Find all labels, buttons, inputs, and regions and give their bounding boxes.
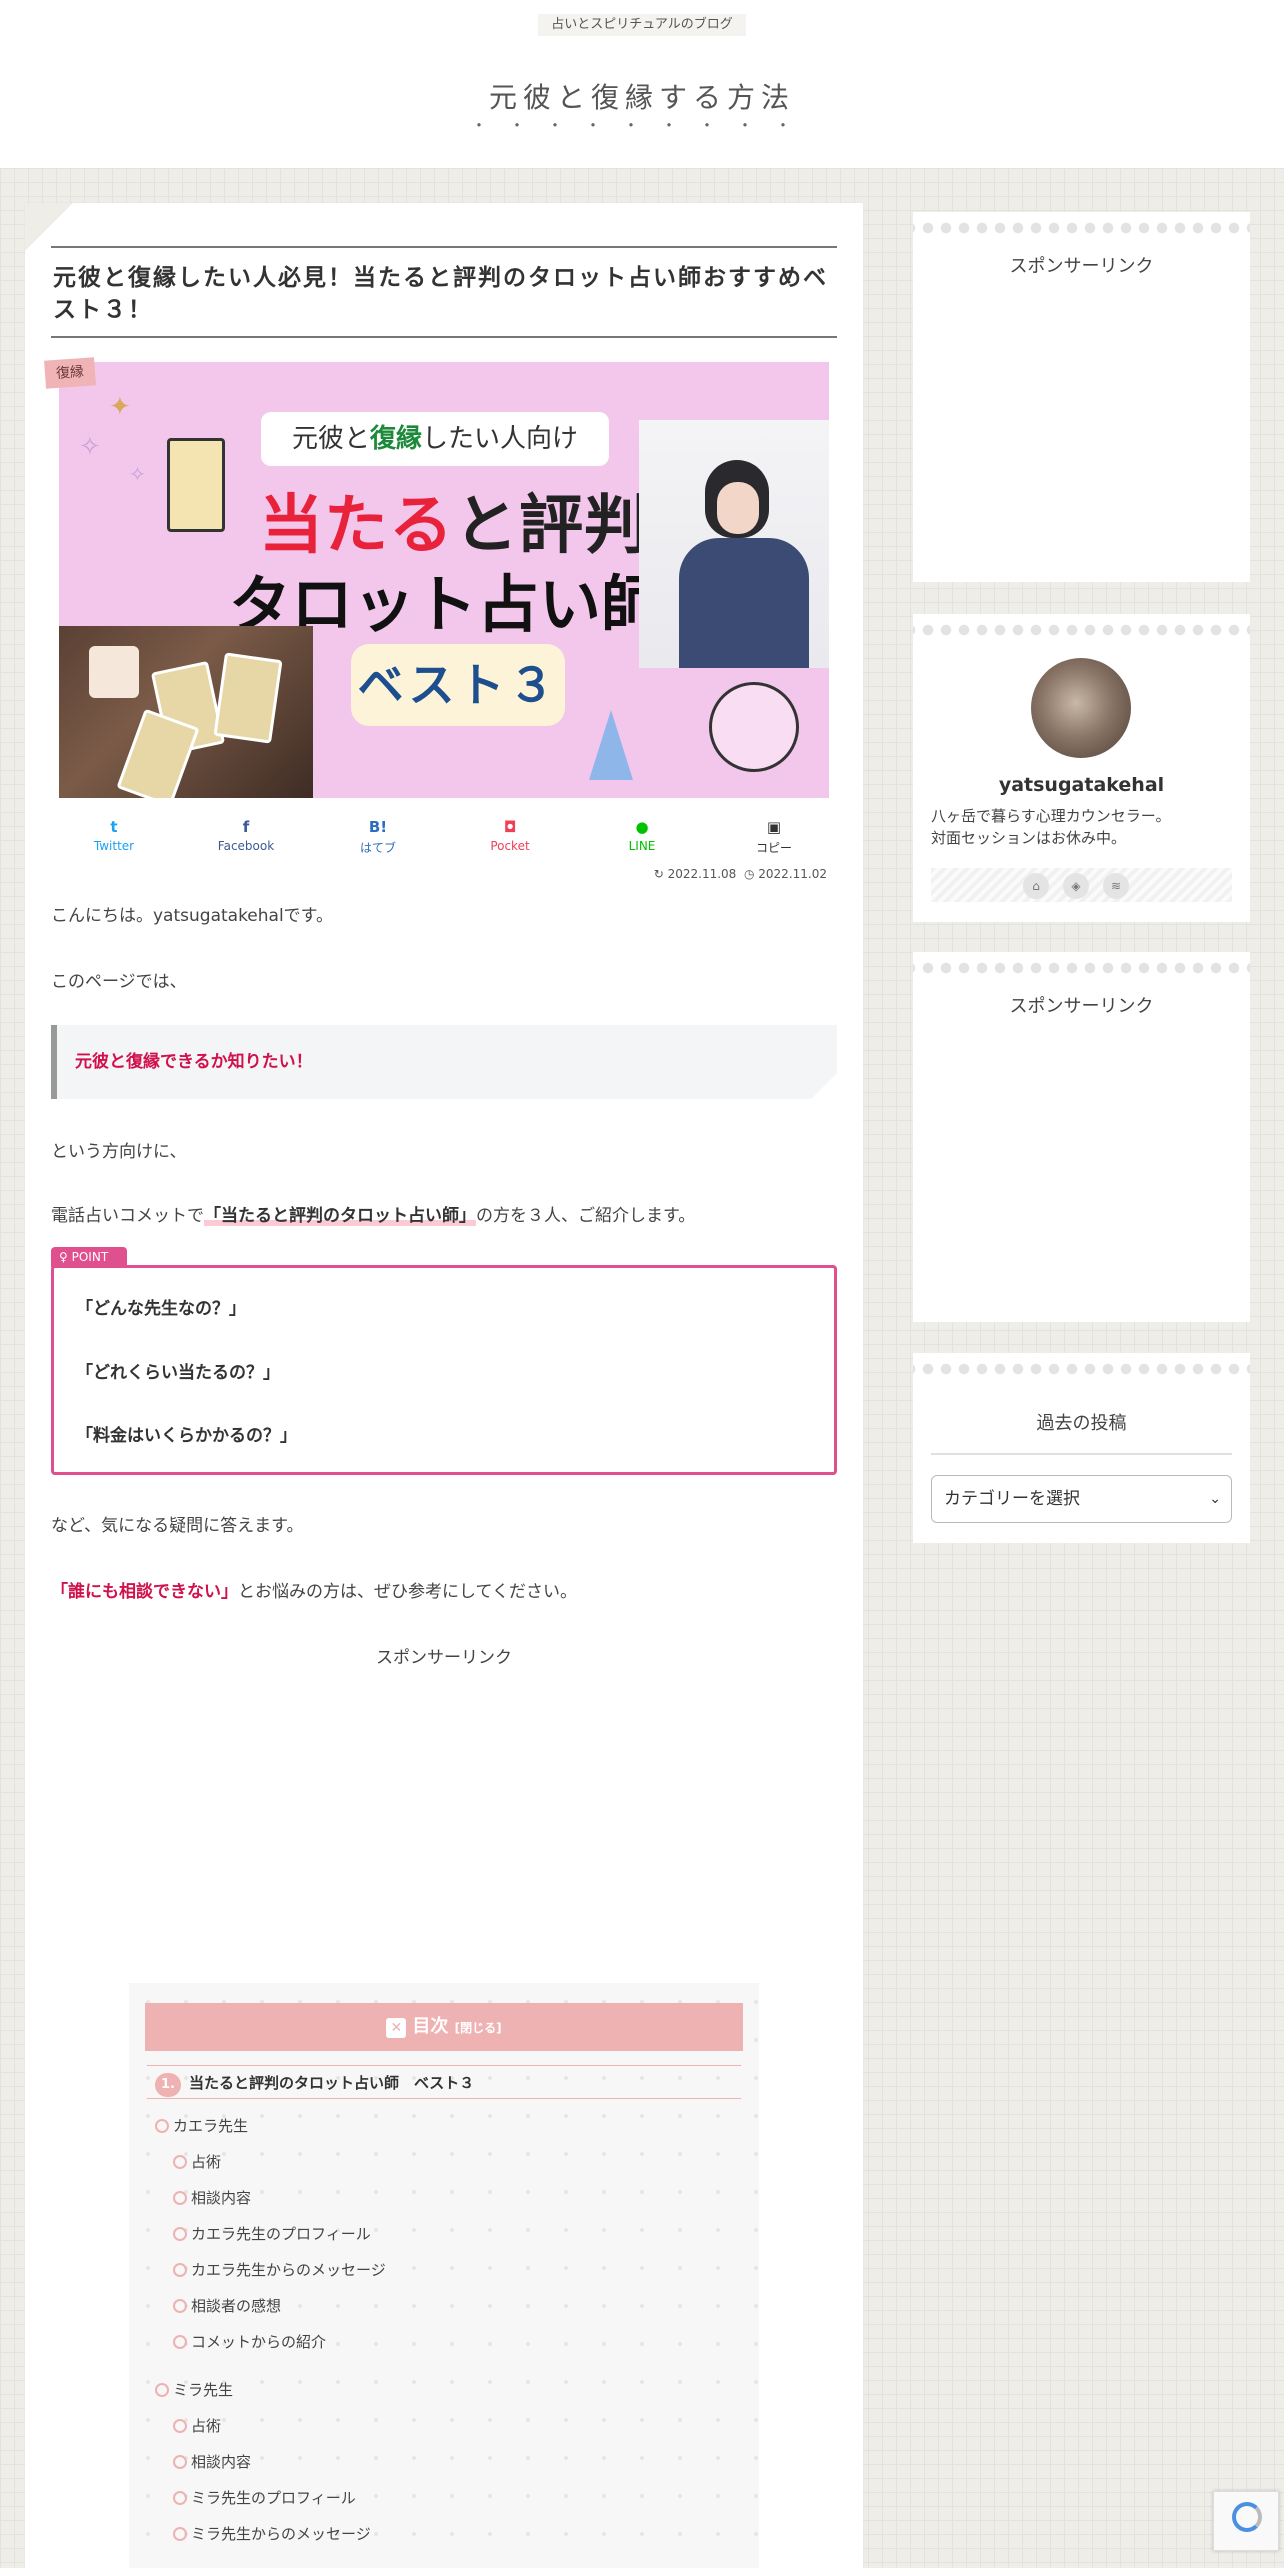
- sparkle-icon: ✦: [109, 392, 131, 422]
- intro-paragraph-5: など、気になる疑問に答えます。: [51, 1516, 304, 1536]
- widget-dots: [913, 624, 1250, 636]
- sidebar-sponsor-widget-1: スポンサーリンク: [913, 212, 1250, 582]
- profile-social-links: ⌂ ◈ ≋: [931, 868, 1232, 902]
- point-box: 「どんな先生なの？」 「どれくらい当たるの？」 「料金はいくらかかるの？」: [51, 1265, 837, 1475]
- share-line-button[interactable]: ● LINE: [587, 815, 697, 853]
- intro-paragraph-6: 「誰にも相談できない」とお悩みの方は、ぜひ参考にしてください。: [51, 1582, 577, 1602]
- main-article: 元彼と復縁したい人必見！当たると評判のタロット占い師おすすめベスト３！ 復縁 ✦…: [25, 203, 863, 2568]
- point-line: 「料金はいくらかかるの？」: [76, 1426, 297, 1446]
- share-facebook-button[interactable]: f Facebook: [191, 815, 301, 853]
- toc-item[interactable]: 占術: [173, 2151, 221, 2172]
- sidebar-sponsor-label: スポンサーリンク: [1009, 996, 1154, 1017]
- site-title[interactable]: 元彼と復縁する方法: [0, 76, 1284, 116]
- toc-header[interactable]: ✕ 目次 [閉じる]: [145, 2003, 743, 2051]
- sidebar-sponsor-label: スポンサーリンク: [1009, 256, 1154, 277]
- post-dates: ↻ 2022.11.08 ◷ 2022.11.02: [625, 867, 827, 881]
- archive-title: 過去の投稿: [1036, 1413, 1127, 1434]
- site-tagline: 占いとスピリチュアルのブログ: [538, 14, 746, 36]
- date-published: 2022.11.02: [758, 867, 827, 881]
- date-updated: 2022.11.08: [667, 867, 737, 881]
- feedly-icon[interactable]: ◈: [1063, 873, 1089, 899]
- candle-tarot-photo: [59, 626, 313, 798]
- sponsor-link-label: スポンサーリンク: [376, 1648, 512, 1668]
- share-buttons: t Twitter f Facebook B! はてブ ◘ Pocket ● LINE ▣…: [59, 815, 829, 859]
- candle-illustration: [89, 646, 139, 698]
- point-label: ♀ POINT: [51, 1247, 127, 1267]
- lightbulb-icon: ♀: [59, 1250, 68, 1264]
- update-icon: ↻: [653, 867, 664, 881]
- share-hatena-button[interactable]: B! はてブ: [323, 815, 433, 856]
- sparkle-icon: ✧: [79, 432, 101, 462]
- close-icon: ✕: [386, 2018, 407, 2038]
- profile-description: 八ヶ岳で暮らす心理カウンセラー。 対面セッションはお休み中。: [931, 807, 1171, 847]
- home-icon[interactable]: ⌂: [1023, 873, 1049, 899]
- quote-fold: [811, 1073, 837, 1099]
- toc-item[interactable]: カエラ先生からのメッセージ: [173, 2259, 386, 2280]
- eyecatch-image: ✦ ✧ ✧ 元彼と復縁したい人向け 当たると評判 タロット占い師 ベスト３: [59, 362, 829, 798]
- toc-item[interactable]: カエラ先生のプロフィール: [173, 2223, 371, 2244]
- rss-icon[interactable]: ≋: [1103, 873, 1129, 899]
- toc-item[interactable]: 占術: [173, 2415, 221, 2436]
- archive-widget: 過去の投稿 カテゴリーを選択 ⌄: [913, 1353, 1250, 1543]
- tarot-card-illustration: [213, 652, 283, 744]
- intro-paragraph-2: このページでは、: [51, 972, 187, 992]
- line-icon: ●: [635, 818, 649, 836]
- category-select[interactable]: カテゴリーを選択 ⌄: [931, 1475, 1232, 1523]
- recaptcha-badge[interactable]: [1213, 2491, 1279, 2551]
- eyecatch-headline-1: 当たると評判: [259, 489, 649, 563]
- highlight-quote: 元彼と復縁できるか知りたい！: [51, 1025, 837, 1099]
- share-copy-button[interactable]: ▣ コピー: [719, 815, 829, 856]
- toc-item[interactable]: カエラ先生: [155, 2115, 248, 2136]
- profile-widget: yatsugatakehal 八ヶ岳で暮らす心理カウンセラー。 対面セッションはお…: [913, 614, 1250, 922]
- person-face: [717, 482, 759, 534]
- share-twitter-button[interactable]: t Twitter: [59, 815, 169, 853]
- crystal-illustration: [589, 710, 633, 780]
- toc-item[interactable]: 相談者の感想: [173, 2295, 281, 2316]
- hatena-icon: B!: [368, 818, 388, 836]
- toc-item[interactable]: ミラ先生: [155, 2379, 233, 2400]
- widget-dots: [913, 1363, 1250, 1375]
- intro-paragraph-1: こんにちは。yatsugatakehalです。: [51, 906, 333, 926]
- toc-item[interactable]: コメットからの紹介: [173, 2331, 326, 2352]
- toc-close-toggle[interactable]: [閉じる]: [455, 2021, 502, 2035]
- title-dots: ・・・・・・・・・: [470, 116, 813, 135]
- fortune-teller-photo: [639, 420, 829, 668]
- widget-dots: [913, 222, 1250, 234]
- category-label[interactable]: 復縁: [44, 357, 96, 389]
- site-header: 占いとスピリチュアルのブログ 元彼と復縁する方法 ・・・・・・・・・: [0, 0, 1284, 168]
- widget-dots: [913, 962, 1250, 974]
- point-line: 「どんな先生なの？」: [76, 1299, 246, 1319]
- chevron-down-icon: ⌄: [1209, 1491, 1221, 1507]
- profile-name: yatsugatakehal: [998, 774, 1165, 796]
- toc-item[interactable]: ミラ先生からのメッセージ: [173, 2523, 371, 2544]
- sidebar-sponsor-widget-2: スポンサーリンク: [913, 952, 1250, 1322]
- point-line: 「どれくらい当たるの？」: [76, 1363, 280, 1383]
- share-pocket-button[interactable]: ◘ Pocket: [455, 815, 565, 853]
- toc-item[interactable]: ミラ先生のプロフィール: [173, 2487, 356, 2508]
- person-body: [679, 538, 809, 668]
- toc-h2-item[interactable]: 1. 当たると評判のタロット占い師 ベスト３: [147, 2065, 741, 2099]
- pocket-icon: ◘: [503, 818, 517, 836]
- eyecatch-best-badge: ベスト３: [351, 644, 565, 726]
- recaptcha-icon: [1232, 2502, 1262, 2532]
- corner-fold: [25, 203, 73, 251]
- toc-item[interactable]: 相談内容: [173, 2187, 251, 2208]
- archive-divider: [931, 1453, 1232, 1455]
- sparkle-icon: ✧: [129, 462, 146, 486]
- crystal-ball-illustration: [709, 682, 799, 772]
- avatar: [1031, 658, 1131, 758]
- post-title: 元彼と復縁したい人必見！当たると評判のタロット占い師おすすめベスト３！: [51, 246, 837, 339]
- eyecatch-banner: 元彼と復縁したい人向け: [261, 412, 609, 466]
- tarot-card-illustration: [167, 438, 225, 532]
- table-of-contents: ✕ 目次 [閉じる] 1. 当たると評判のタロット占い師 ベスト３ カエラ先生 占術…: [129, 1983, 759, 2568]
- clock-icon: ◷: [743, 867, 755, 881]
- intro-paragraph-4: 電話占いコメットで「当たると評判のタロット占い師」の方を３人、ご紹介します。: [51, 1206, 696, 1226]
- copy-icon: ▣: [766, 818, 782, 836]
- intro-paragraph-3: という方向けに、: [51, 1142, 187, 1162]
- facebook-icon: f: [242, 818, 250, 836]
- toc-item[interactable]: 相談内容: [173, 2451, 251, 2472]
- twitter-icon: t: [110, 818, 118, 836]
